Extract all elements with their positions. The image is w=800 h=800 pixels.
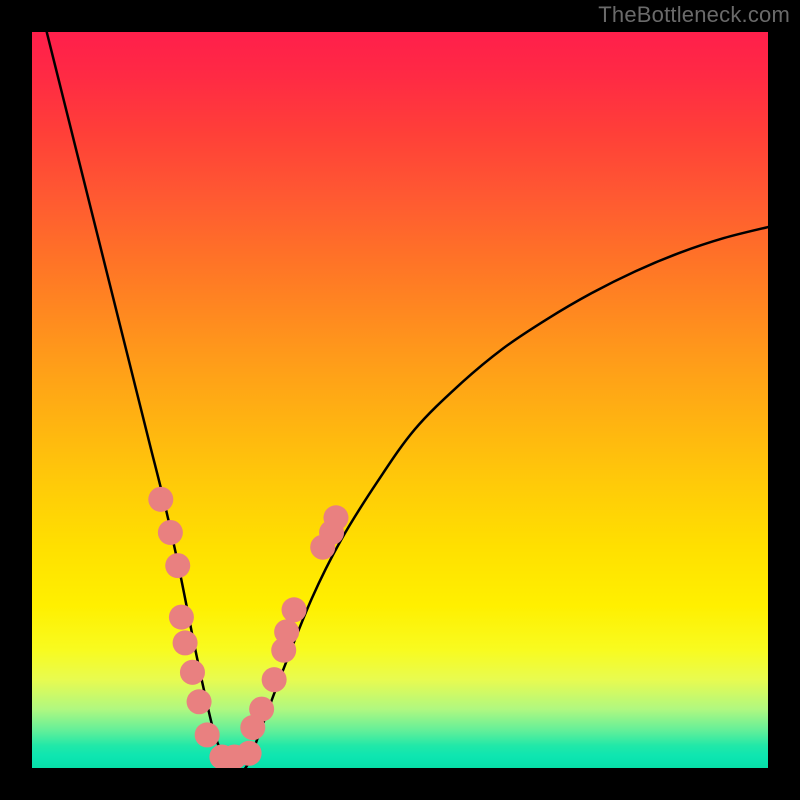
- data-marker: [180, 660, 205, 685]
- curve-layer: [32, 32, 768, 768]
- data-marker: [262, 667, 287, 692]
- marker-group: [148, 487, 348, 768]
- data-marker: [249, 697, 274, 722]
- data-marker: [237, 741, 262, 766]
- watermark-text: TheBottleneck.com: [598, 2, 790, 28]
- plot-area: [32, 32, 768, 768]
- data-marker: [169, 605, 194, 630]
- data-marker: [282, 597, 307, 622]
- data-marker: [187, 689, 212, 714]
- data-marker: [165, 553, 190, 578]
- bottleneck-curve: [47, 32, 768, 768]
- data-marker: [195, 722, 220, 747]
- data-marker: [323, 505, 348, 530]
- data-marker: [274, 619, 299, 644]
- data-marker: [148, 487, 173, 512]
- data-marker: [173, 630, 198, 655]
- chart-frame: TheBottleneck.com: [0, 0, 800, 800]
- data-marker: [158, 520, 183, 545]
